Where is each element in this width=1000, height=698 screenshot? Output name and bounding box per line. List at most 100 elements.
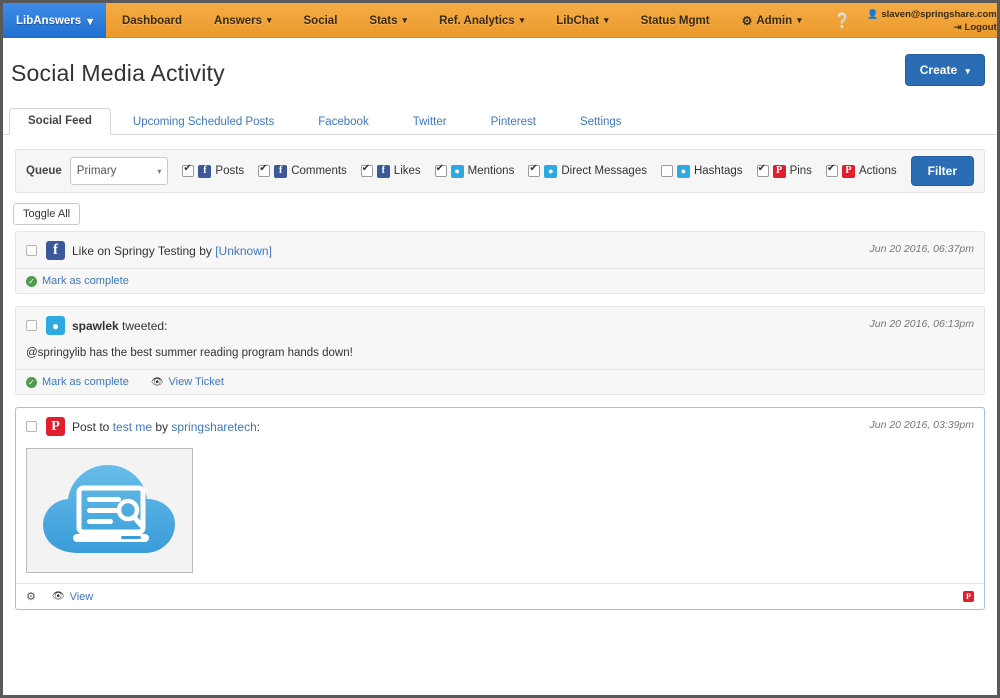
- nav-item-answers[interactable]: Answers ▾: [198, 3, 287, 38]
- nav-item-libchat[interactable]: LibChat ▾: [540, 3, 624, 38]
- tab-label: Pinterest: [490, 116, 536, 128]
- feed-item-author-link[interactable]: springsharetech: [171, 420, 256, 434]
- chevron-down-icon: ▾: [402, 15, 408, 25]
- app-window: LibAnswers ▾ Dashboard Answers ▾ Social …: [0, 0, 1000, 698]
- checkbox-box[interactable]: [756, 163, 769, 177]
- twitter-icon: ●: [544, 164, 558, 178]
- feed-item-checkbox[interactable]: [26, 421, 37, 432]
- nav-item-label: Answers: [214, 14, 262, 27]
- filter-bar: Queue Primary ▾ f Posts f Comments: [15, 149, 985, 193]
- mark-as-complete-action[interactable]: ✓ Mark as complete: [26, 275, 129, 287]
- filter-checkbox-label: Hashtags: [693, 165, 743, 177]
- logout-link[interactable]: ⇥ Logout: [954, 21, 997, 34]
- checkbox-box[interactable]: [528, 163, 541, 177]
- filter-checkbox-posts[interactable]: f Posts: [182, 163, 245, 178]
- feed-item-pinterest-post: P Post to test me by springsharetech: Ju…: [15, 407, 985, 610]
- filter-checkbox-pins[interactable]: P Pins: [756, 163, 812, 178]
- chevron-down-icon: ▾: [604, 15, 609, 25]
- nav-item-help[interactable]: ❔: [818, 3, 867, 38]
- view-ticket-action[interactable]: 👁 View Ticket: [151, 376, 224, 388]
- feed-item-board-link[interactable]: test me: [113, 420, 152, 434]
- action-label: View: [69, 590, 94, 603]
- filter-checkbox-mentions[interactable]: ● Mentions: [434, 163, 515, 178]
- tab-label: Settings: [579, 116, 622, 128]
- filter-checkbox-comments[interactable]: f Comments: [258, 163, 347, 178]
- nav-item-admin[interactable]: ⚙ Admin ▾: [726, 3, 818, 38]
- tab-upcoming-scheduled-posts[interactable]: Upcoming Scheduled Posts: [111, 110, 296, 135]
- account-email[interactable]: 👤 slaven@springshare.com: [867, 8, 997, 21]
- filter-checkbox-likes[interactable]: f Likes: [360, 163, 421, 178]
- filter-checkbox-actions[interactable]: P Actions: [825, 163, 897, 178]
- tab-label: Twitter: [412, 116, 447, 128]
- facebook-icon: f: [274, 164, 288, 178]
- twitter-icon: ●: [676, 164, 690, 178]
- facebook-icon: f: [46, 241, 65, 260]
- nav-item-ref-analytics[interactable]: Ref. Analytics ▾: [423, 3, 540, 38]
- tab-social-feed[interactable]: Social Feed: [9, 108, 111, 135]
- signout-icon: ⇥: [953, 21, 962, 32]
- queue-select[interactable]: Primary ▾: [69, 157, 169, 185]
- pinterest-icon: P: [46, 417, 65, 436]
- filter-checkbox-label: Mentions: [467, 165, 515, 177]
- filter-button[interactable]: Filter: [910, 156, 974, 186]
- feed-item-checkbox[interactable]: [26, 320, 37, 331]
- view-action[interactable]: 👁 View: [52, 591, 93, 603]
- nav-item-dashboard[interactable]: Dashboard: [106, 3, 198, 38]
- queue-label: Queue: [26, 165, 62, 177]
- chevron-down-icon: ▾: [266, 15, 272, 25]
- checkbox-box[interactable]: [182, 163, 195, 177]
- nav-item-label: Stats: [369, 14, 398, 27]
- feed-item-title: Like on Springy Testing by [Unknown]: [72, 244, 272, 258]
- tab-label: Social Feed: [28, 115, 92, 127]
- feed-item-date: Jun 20 2016, 03:39pm: [869, 419, 975, 431]
- feed-item-checkbox[interactable]: [26, 245, 37, 256]
- check-circle-icon: ✓: [26, 376, 37, 388]
- nav-item-status-mgmt[interactable]: Status Mgmt: [625, 3, 726, 38]
- feed-item-actions: ⚙ 👁 View P: [16, 583, 984, 609]
- tab-pinterest[interactable]: Pinterest: [469, 110, 558, 135]
- chevron-down-icon: ▾: [519, 15, 525, 25]
- feed-item-actions: ✓ Mark as complete 👁 View Ticket: [16, 369, 984, 394]
- gear-icon[interactable]: ⚙: [26, 590, 36, 603]
- brand-libanswers[interactable]: LibAnswers ▾: [3, 3, 106, 38]
- filter-checkbox-label: Posts: [215, 165, 245, 177]
- create-button-label: Create: [919, 63, 958, 77]
- feed-item-title-suffix: :: [256, 419, 261, 434]
- feed-item-author-link[interactable]: [Unknown]: [215, 244, 272, 258]
- mark-as-complete-action[interactable]: ✓ Mark as complete: [26, 376, 129, 388]
- chevron-down-icon: ▾: [797, 15, 802, 25]
- filter-checkbox-label: Actions: [858, 165, 897, 177]
- filter-checkbox-group: f Posts f Comments f Likes ● Mentions: [182, 163, 910, 178]
- filter-checkbox-label: Direct Messages: [561, 165, 647, 177]
- checkbox-box[interactable]: [434, 163, 447, 177]
- checkbox-box[interactable]: [360, 163, 373, 177]
- account-email-label: slaven@springshare.com: [881, 8, 997, 20]
- tab-facebook[interactable]: Facebook: [296, 110, 391, 135]
- springshare-cloud-logo: [42, 464, 175, 553]
- pinterest-icon: P: [772, 164, 786, 178]
- feed-item-title-text: Post to: [72, 419, 113, 434]
- brand-label: LibAnswers: [16, 14, 82, 27]
- checkbox-box[interactable]: [660, 165, 673, 177]
- feed-item-twitter-tweet: ● spawlek tweeted: Jun 20 2016, 06:13pm …: [15, 306, 985, 395]
- feed-item-date: Jun 20 2016, 06:13pm: [869, 318, 975, 330]
- nav-item-label: Admin: [756, 14, 793, 27]
- filter-checkbox-direct-messages[interactable]: ● Direct Messages: [528, 163, 647, 178]
- nav-item-social[interactable]: Social: [288, 3, 354, 38]
- chevron-down-icon: ▾: [965, 66, 970, 76]
- filter-checkbox-hashtags[interactable]: ● Hashtags: [660, 164, 743, 178]
- nav-account-area: 👤 slaven@springshare.com ⇥ Logout: [867, 3, 997, 38]
- eye-icon: 👁: [150, 376, 164, 388]
- checkbox-box[interactable]: [258, 163, 271, 177]
- check-circle-icon: ✓: [26, 275, 37, 287]
- question-mark-icon: ❔: [833, 12, 852, 28]
- logout-label: Logout: [964, 21, 997, 33]
- nav-item-stats[interactable]: Stats ▾: [353, 3, 423, 38]
- toggle-all-row: Toggle All: [3, 193, 997, 231]
- create-button[interactable]: Create ▾: [904, 54, 985, 86]
- checkbox-box[interactable]: [825, 163, 838, 177]
- pinterest-icon[interactable]: P: [963, 591, 974, 602]
- tab-twitter[interactable]: Twitter: [391, 110, 469, 135]
- tab-settings[interactable]: Settings: [558, 110, 644, 135]
- toggle-all-button[interactable]: Toggle All: [13, 203, 81, 225]
